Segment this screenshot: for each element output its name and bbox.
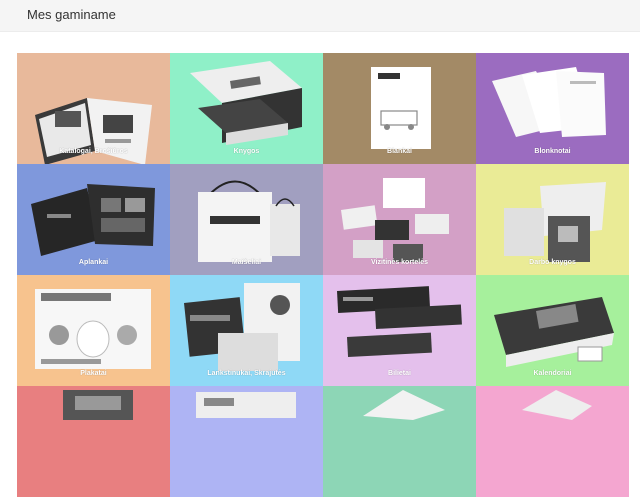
product-tile-katalogai-brosiuros[interactable]: Katalogai, Brošiūros bbox=[17, 53, 170, 164]
product-tile-label: Vizitinės kortelės bbox=[370, 259, 429, 266]
product-tile[interactable] bbox=[17, 386, 170, 497]
page-title: Mes gaminame bbox=[27, 7, 116, 22]
product-tile-blonknotai[interactable]: Blonknotai bbox=[476, 53, 629, 164]
product-tile-kalendoriai[interactable]: Kalendoriai bbox=[476, 275, 629, 386]
product-tile-vizitines-korteles[interactable]: Vizitinės kortelės bbox=[323, 164, 476, 275]
product-tile-label: Blonknotai bbox=[534, 148, 571, 155]
product-image-icon bbox=[63, 390, 133, 420]
product-tile-label: Kalendoriai bbox=[533, 370, 572, 377]
product-tile-darbo-knygos[interactable]: Darbo knygos bbox=[476, 164, 629, 275]
product-image-icon bbox=[363, 390, 445, 420]
product-tile-aplankai[interactable]: Aplankai bbox=[17, 164, 170, 275]
product-grid: Katalogai, Brošiūros Knygos Blankai Blonkno… bbox=[17, 53, 629, 497]
product-tile-knygos[interactable]: Knygos bbox=[170, 53, 323, 164]
product-tile-plakatai[interactable]: Plakatai bbox=[17, 275, 170, 386]
product-image-icon bbox=[522, 390, 592, 420]
product-tile-label: Bilietai bbox=[388, 370, 411, 377]
product-image-icon bbox=[196, 392, 296, 418]
product-tile-label: Blankai bbox=[387, 148, 412, 155]
header-bar: Mes gaminame bbox=[0, 0, 640, 32]
product-tile-lankstinukai-skrajutes[interactable]: Lankstinukai, Skrajutės bbox=[170, 275, 323, 386]
product-tile-label: Darbo knygos bbox=[529, 259, 576, 266]
product-tile-label: Aplankai bbox=[78, 259, 109, 266]
product-tile-label: Maišeliai bbox=[231, 259, 262, 266]
product-tile[interactable] bbox=[476, 386, 629, 497]
product-tile-label: Katalogai, Brošiūros bbox=[59, 148, 128, 155]
product-tile[interactable] bbox=[323, 386, 476, 497]
product-tile-label: Lankstinukai, Skrajutės bbox=[207, 370, 286, 377]
product-tile-bilietai[interactable]: Bilietai bbox=[323, 275, 476, 386]
product-tile-blankai[interactable]: Blankai bbox=[323, 53, 476, 164]
product-tile-label: Plakatai bbox=[80, 370, 107, 377]
product-tile-maiseliai[interactable]: Maišeliai bbox=[170, 164, 323, 275]
product-tile-label: Knygos bbox=[233, 148, 260, 155]
product-tile[interactable] bbox=[170, 386, 323, 497]
